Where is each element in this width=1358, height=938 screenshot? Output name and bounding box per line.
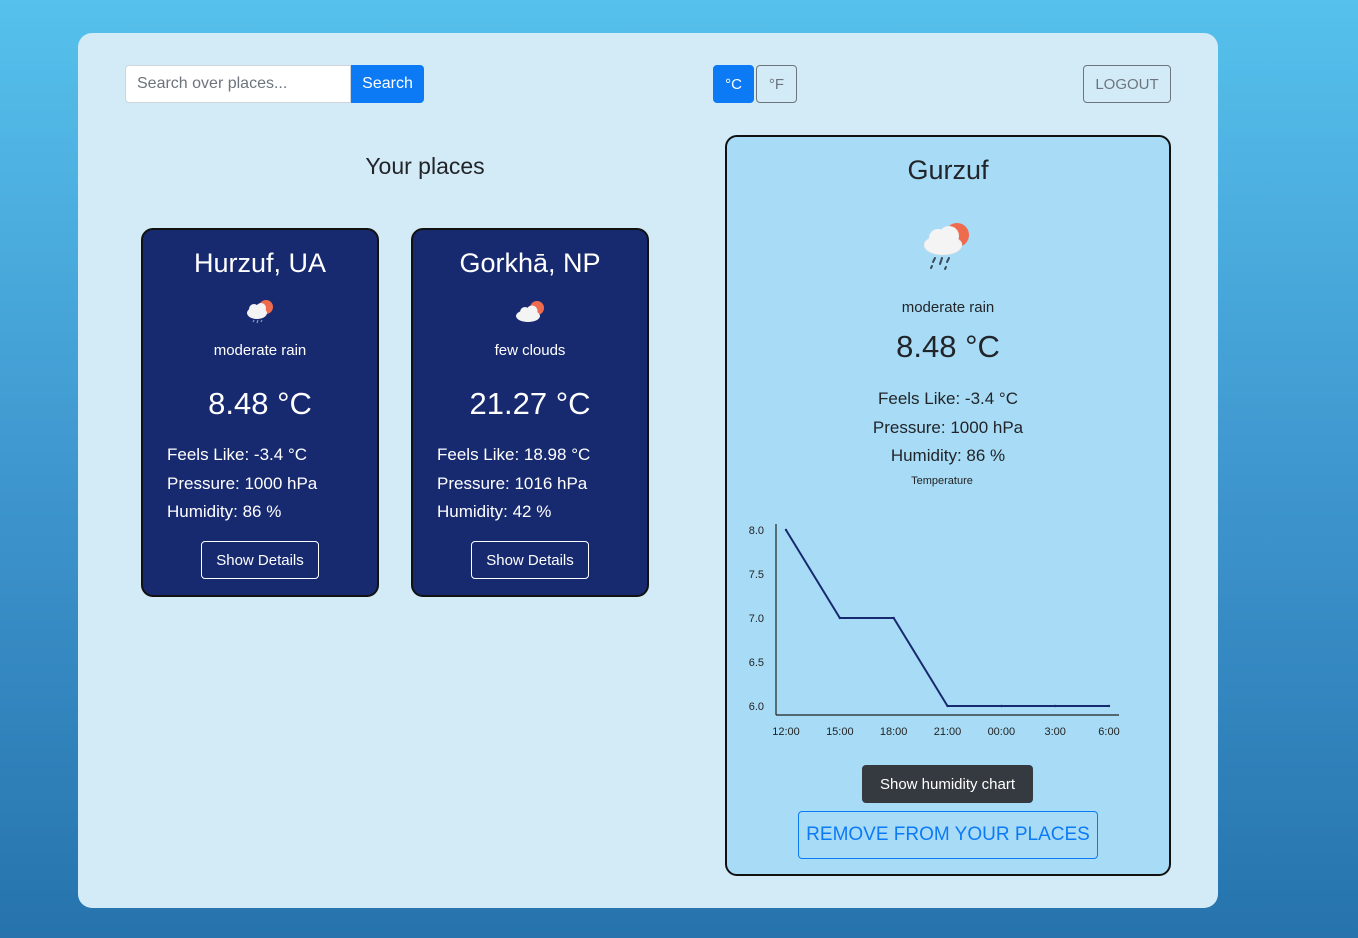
remove-from-places-button[interactable]: REMOVE FROM YOUR PLACES <box>798 811 1098 859</box>
y-tick-label: 6.0 <box>749 701 764 713</box>
x-tick-label: 6:00 <box>1098 726 1119 738</box>
feels-like-text: Feels Like: 18.98 °C <box>437 445 591 464</box>
chart-data-point <box>946 704 949 708</box>
detail-pressure-text: Pressure: 1000 hPa <box>872 418 1024 437</box>
places-title: Your places <box>365 153 485 179</box>
humidity-text: Humidity: 86 % <box>167 502 282 521</box>
place-card-gorkha: Gorkhā, NP few clouds 21.27 °C Feels Lik… <box>411 228 649 597</box>
detail-place-name: Gurzuf <box>907 155 989 185</box>
weather-description: few clouds <box>494 342 566 359</box>
x-tick-label: 21:00 <box>934 726 962 738</box>
place-card-hurzuf: Hurzuf, UA moderate rain 8.48 °C Feels L… <box>141 228 379 597</box>
x-tick-label: 12:00 <box>772 726 800 738</box>
y-tick-label: 6.5 <box>749 657 764 669</box>
chart-data-point <box>838 616 842 620</box>
chart-data-point <box>1000 704 1003 708</box>
show-details-button[interactable]: Show Details <box>471 541 589 579</box>
search-button[interactable]: Search <box>351 65 424 103</box>
detail-feels-like-text: Feels Like: -3.4 °C <box>877 389 1019 408</box>
cloud-sun-icon <box>516 301 544 322</box>
chart-title: Temperature <box>911 475 973 487</box>
pressure-text: Pressure: 1000 hPa <box>167 474 318 493</box>
feels-like-text: Feels Like: -3.4 °C <box>167 445 308 464</box>
chart-data-point <box>1053 704 1057 708</box>
x-tick-label: 18:00 <box>880 726 908 738</box>
temperature-chart: Temperature 6.0 6.5 7.0 7.5 8.0 12:00 15:00 18… <box>749 475 1120 738</box>
temperature-value: 8.48 °C <box>208 386 312 421</box>
main-panel: Search °C °F LOGOUT Your places Hurzuf, … <box>78 33 1218 908</box>
y-tick-label: 7.0 <box>749 613 764 625</box>
y-tick-label: 7.5 <box>749 569 764 581</box>
detail-humidity-text: Humidity: 86 % <box>890 446 1006 465</box>
show-humidity-chart-button[interactable]: Show humidity chart <box>862 765 1033 803</box>
logout-button[interactable]: LOGOUT <box>1083 65 1171 103</box>
rain-cloud-sun-icon <box>247 300 273 324</box>
x-tick-label: 00:00 <box>988 726 1016 738</box>
temperature-value: 21.27 °C <box>469 386 591 421</box>
place-name: Gorkhā, NP <box>459 248 601 278</box>
x-tick-label: 15:00 <box>826 726 854 738</box>
chart-data-point <box>784 528 788 532</box>
weather-description: moderate rain <box>213 342 307 359</box>
celsius-toggle-button[interactable]: °C <box>713 65 754 103</box>
search-input[interactable] <box>125 65 351 103</box>
place-name: Hurzuf, UA <box>193 248 327 278</box>
chart-data-point <box>892 616 895 620</box>
detail-weather-description: moderate rain <box>901 299 995 316</box>
rain-cloud-sun-icon <box>923 223 969 270</box>
humidity-text: Humidity: 42 % <box>437 502 552 521</box>
x-tick-label: 3:00 <box>1044 726 1065 738</box>
show-details-button[interactable]: Show Details <box>201 541 319 579</box>
chart-series-line <box>785 529 1109 707</box>
chart-data-point <box>1107 704 1111 708</box>
place-detail-panel: Gurzuf moderate rain 8.48 °C Feels Like:… <box>725 135 1171 876</box>
y-tick-label: 8.0 <box>749 525 764 537</box>
fahrenheit-toggle-button[interactable]: °F <box>756 65 797 103</box>
detail-temperature-value: 8.48 °C <box>896 329 1000 364</box>
pressure-text: Pressure: 1016 hPa <box>437 474 588 493</box>
